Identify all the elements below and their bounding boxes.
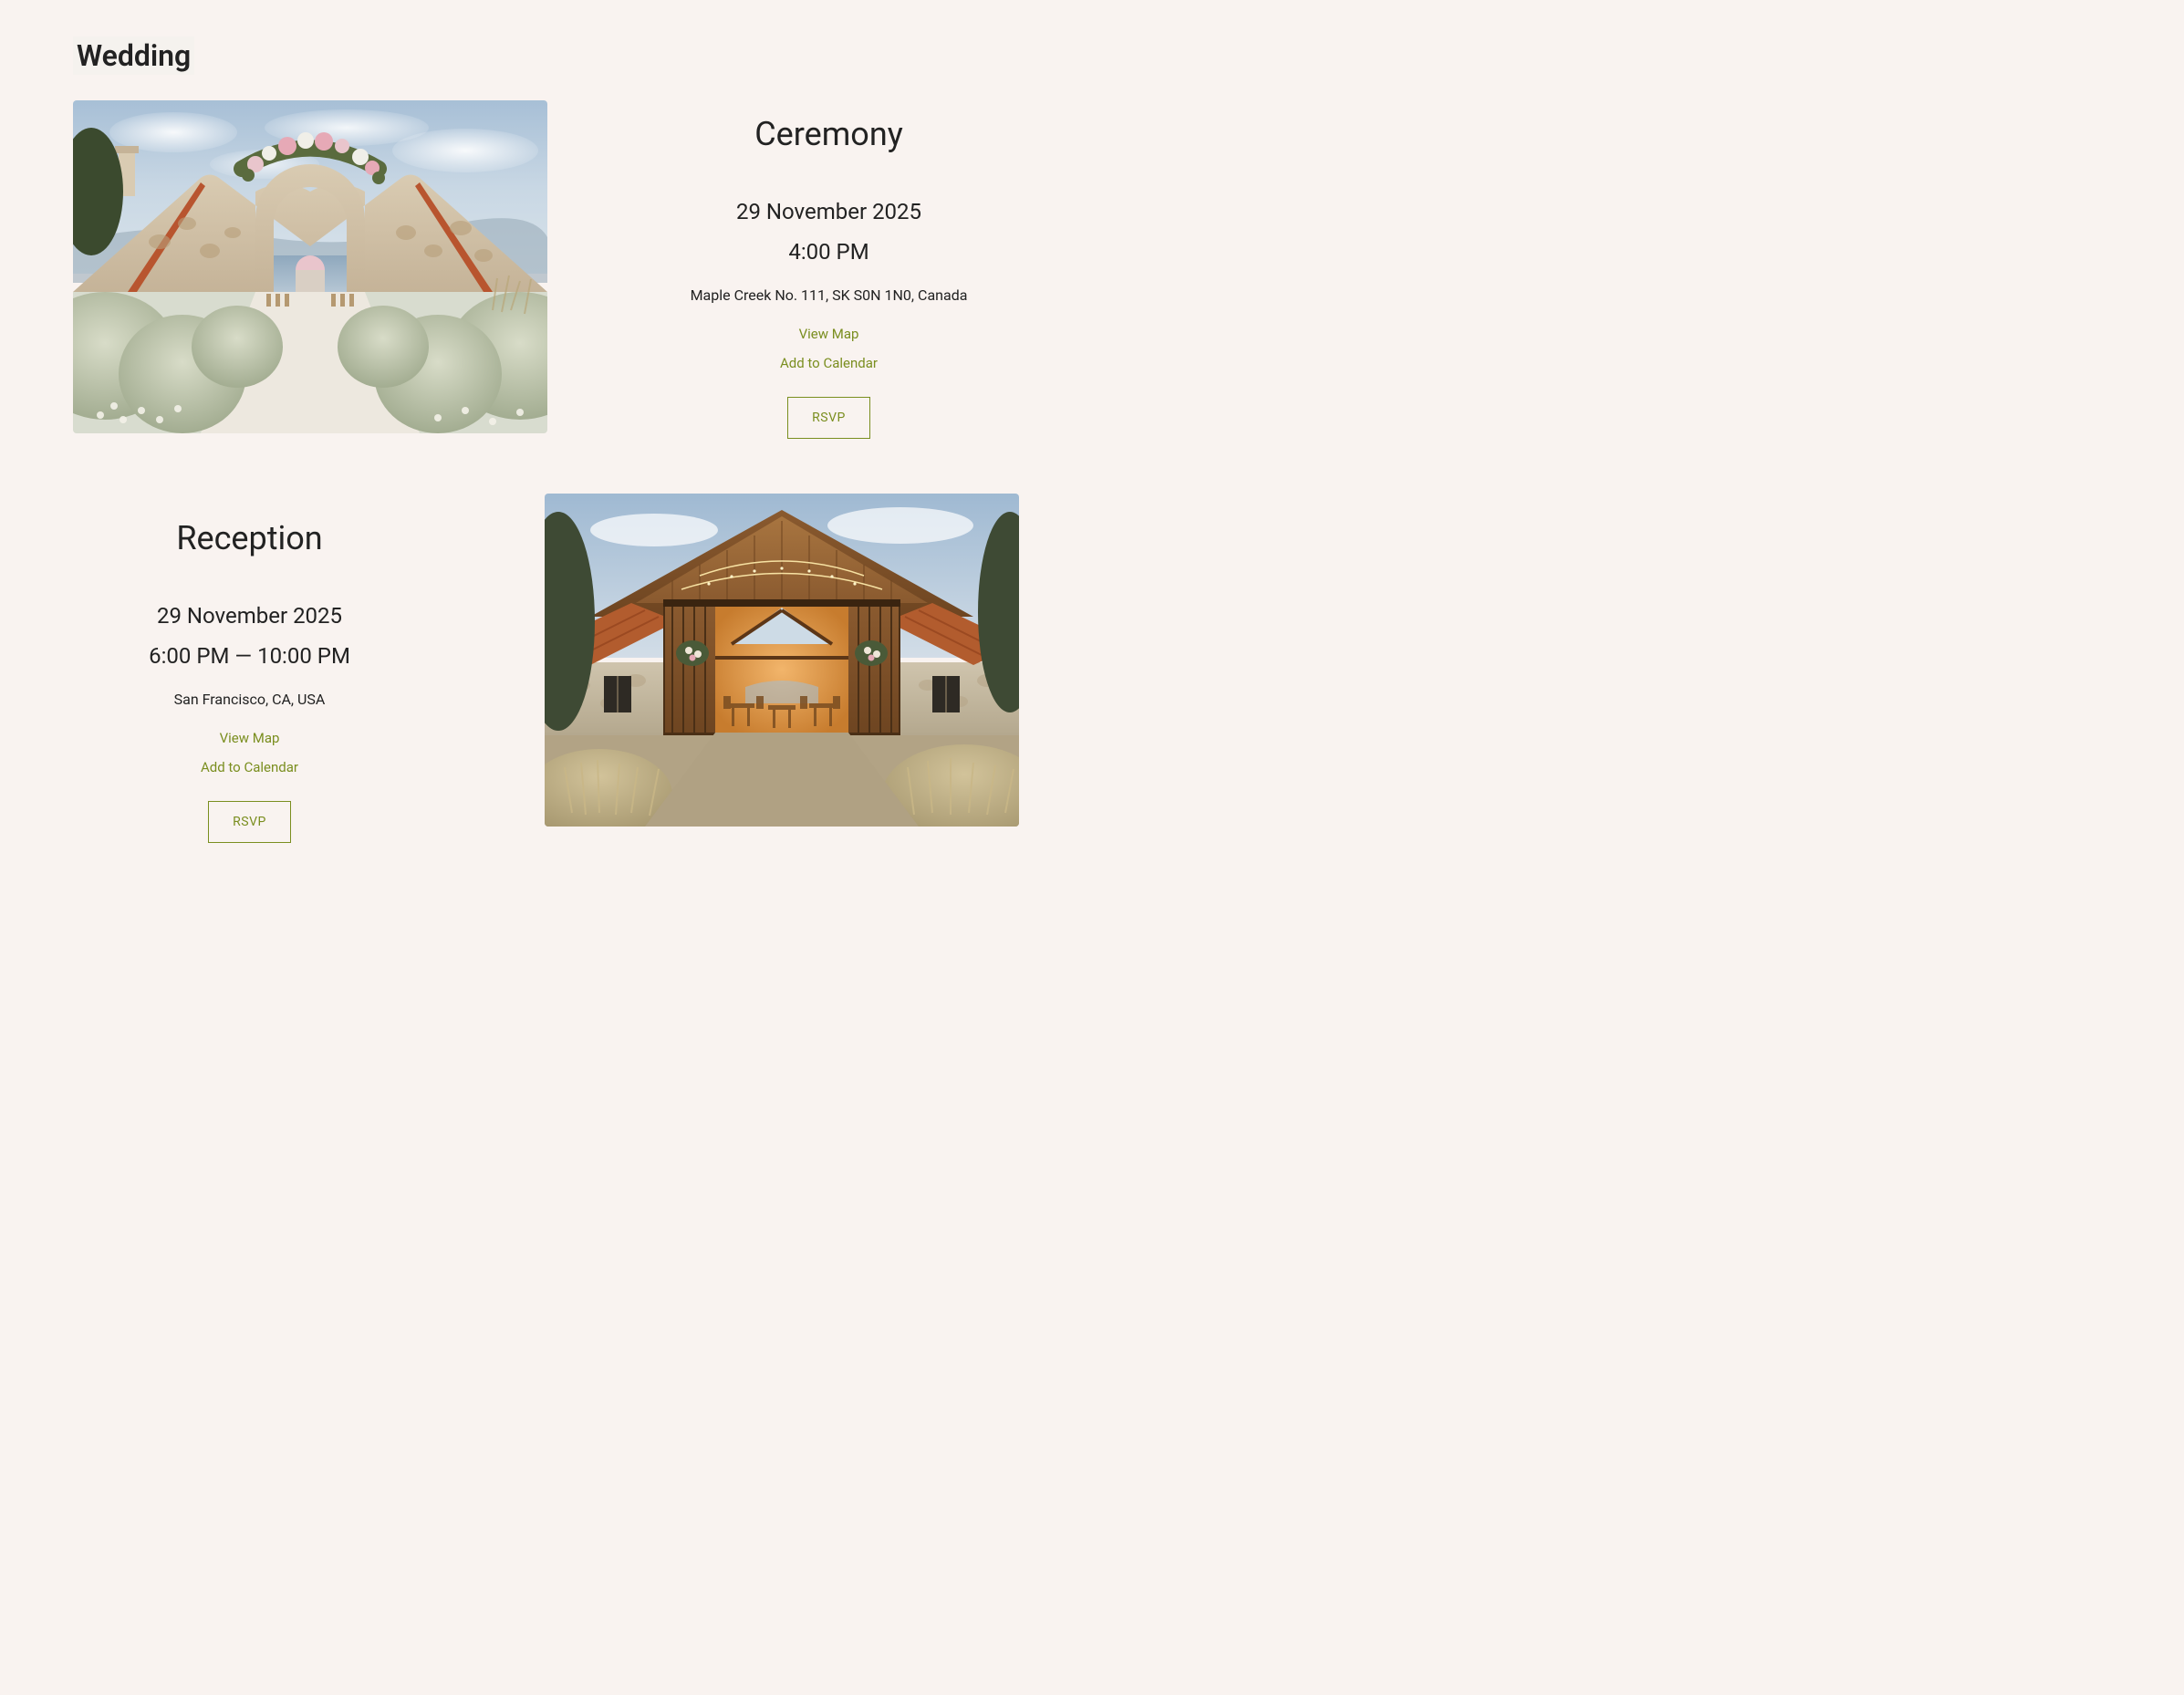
ceremony-time: 4:00 PM <box>639 239 1019 265</box>
reception-view-map-link[interactable]: View Map <box>73 730 426 746</box>
reception-date: 29 November 2025 <box>73 603 426 629</box>
reception-block: Reception 29 November 2025 6:00 PM — 10:… <box>73 494 1019 843</box>
page-title: Wedding <box>73 36 194 75</box>
ceremony-date: 29 November 2025 <box>639 199 1019 224</box>
reception-title: Reception <box>73 519 426 557</box>
ceremony-add-calendar-link[interactable]: Add to Calendar <box>639 355 1019 371</box>
ceremony-block: Ceremony 29 November 2025 4:00 PM Maple … <box>73 100 1019 439</box>
reception-time: 6:00 PM — 10:00 PM <box>73 643 426 669</box>
ceremony-location: Maple Creek No. 111, SK S0N 1N0, Canada <box>639 286 1019 304</box>
ceremony-image <box>73 100 547 433</box>
ceremony-view-map-link[interactable]: View Map <box>639 326 1019 342</box>
reception-image <box>545 494 1019 827</box>
reception-add-calendar-link[interactable]: Add to Calendar <box>73 759 426 775</box>
reception-rsvp-button[interactable]: RSVP <box>208 801 291 843</box>
ceremony-title: Ceremony <box>639 115 1019 153</box>
ceremony-details: Ceremony 29 November 2025 4:00 PM Maple … <box>639 100 1019 439</box>
ceremony-rsvp-button[interactable]: RSVP <box>787 397 870 439</box>
reception-details: Reception 29 November 2025 6:00 PM — 10:… <box>73 494 426 843</box>
reception-location: San Francisco, CA, USA <box>73 691 426 708</box>
